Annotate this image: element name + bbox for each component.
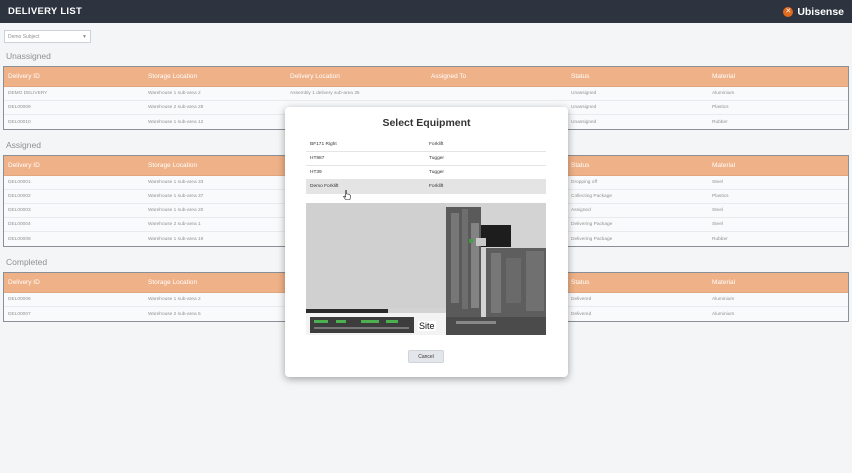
dialog-title: Select Equipment bbox=[382, 117, 471, 129]
page-title: DELIVERY LIST bbox=[8, 6, 83, 17]
equipment-name: Demo Forklift bbox=[310, 184, 339, 189]
hand-pointer-icon bbox=[343, 190, 351, 200]
select-equipment-dialog: Select Equipment BF171 Right Forklift HT… bbox=[285, 107, 568, 377]
map-label-site: Site bbox=[418, 321, 436, 331]
equipment-type: Forklift bbox=[429, 142, 444, 147]
equipment-type: Forklift bbox=[429, 184, 444, 189]
equipment-item-selected[interactable]: Demo Forklift Forklift bbox=[306, 180, 546, 194]
equipment-item[interactable]: BF171 Right Forklift bbox=[306, 138, 546, 152]
cancel-button[interactable]: Cancel bbox=[408, 350, 444, 363]
equipment-name: HT987 bbox=[310, 156, 325, 161]
site-map-graphic bbox=[306, 203, 546, 335]
equipment-type: Tugger bbox=[429, 156, 445, 161]
app-header: DELIVERY LIST ✕ Ubisense bbox=[0, 0, 852, 23]
equipment-list: BF171 Right Forklift HT987 Tugger HT39 T… bbox=[306, 138, 546, 194]
equipment-item[interactable]: HT987 Tugger bbox=[306, 152, 546, 166]
brand: ✕ Ubisense bbox=[783, 6, 844, 18]
ubisense-logo-icon: ✕ bbox=[783, 6, 794, 17]
site-map[interactable]: Site bbox=[306, 203, 546, 335]
equipment-item[interactable]: HT39 Tugger bbox=[306, 166, 546, 180]
equipment-name: BF171 Right bbox=[310, 142, 337, 147]
equipment-type: Tugger bbox=[429, 170, 445, 175]
brand-name: Ubisense bbox=[797, 5, 844, 18]
equipment-name: HT39 bbox=[310, 170, 322, 175]
